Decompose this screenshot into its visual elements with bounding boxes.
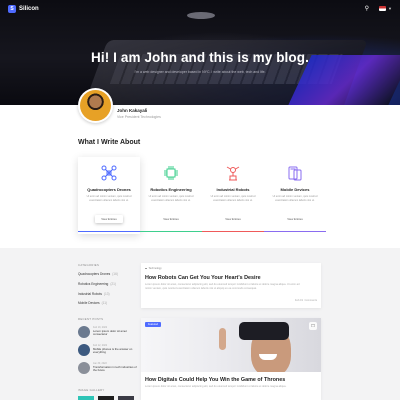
hero-subtitle: I'm a web designer and developer based i…: [134, 70, 266, 74]
recent-post-thumb: [78, 344, 90, 356]
brand-name[interactable]: Silicon: [19, 6, 39, 12]
post-excerpt: Lorem ipsum dolor sit amet, consectetur …: [145, 283, 300, 290]
recent-posts-heading: RECENT POSTS: [78, 317, 104, 321]
recent-post-title[interactable]: Transformation in tech industries of the…: [93, 365, 138, 373]
category-card-drones[interactable]: Quadrocopters Drones Ut enim ad minim ve…: [78, 157, 140, 234]
recent-post-item[interactable]: Feb 19, 2022 Lorem ipsum dolor sit amet …: [78, 326, 138, 340]
sidebar-category-link[interactable]: Robotics Engineering (21): [78, 282, 116, 286]
drone-icon: [101, 165, 117, 181]
view-entries-button[interactable]: View Entries: [219, 215, 247, 223]
gallery-image[interactable]: [118, 396, 134, 400]
post-excerpt: Lorem ipsum dolor sit amet, consectetur …: [145, 385, 287, 388]
post-tag-badge[interactable]: Featured: [145, 322, 162, 327]
view-entries-button[interactable]: View Entries: [157, 215, 185, 223]
post-title[interactable]: How Robots Can Get You Your Heart's Desi…: [145, 275, 261, 281]
post-image[interactable]: Featured □: [141, 318, 321, 372]
post-category[interactable]: Technology: [145, 267, 162, 270]
post-card[interactable]: Technology How Robots Can Get You Your H…: [141, 263, 321, 308]
category-accent-bar: [202, 230, 264, 232]
category-accent-bar: [78, 230, 140, 232]
author-role: Vice President Technologies: [117, 115, 161, 119]
post-meta: Feb 19 Comments: [294, 299, 317, 302]
recent-post-title[interactable]: Mobile phones is the answer on everythin…: [93, 347, 138, 355]
circuit-icon: [163, 165, 179, 181]
category-title: Quadrocopters Drones: [87, 187, 131, 192]
vr-headset-shape: [239, 322, 289, 340]
gallery-image[interactable]: [78, 396, 94, 400]
category-card-mobile[interactable]: Mobile Devices Ut enim ad minim veniam, …: [264, 157, 326, 234]
search-icon[interactable]: ⚲: [365, 5, 369, 12]
post-image-hand: [219, 328, 226, 350]
section-title: What I Write About: [78, 139, 141, 146]
author-avatar[interactable]: [78, 88, 113, 123]
mobile-icon: [287, 165, 303, 181]
hero-banner: S Silicon ⚲ ▼ Hi! I am John and this is …: [0, 0, 400, 105]
recent-post-item[interactable]: Feb 12, 2022 Mobile phones is the answer…: [78, 344, 138, 358]
author-name: John Kakayali: [117, 108, 148, 113]
sidebar-category-link[interactable]: Industrial Robots (13): [78, 292, 110, 296]
post-title[interactable]: How Digitals Could Help You Win the Game…: [145, 377, 285, 383]
language-flag-icon[interactable]: [379, 6, 387, 11]
bookmark-icon[interactable]: □: [309, 322, 317, 330]
category-desc: Ut enim ad minim veniam, quis nostrud ex…: [272, 195, 318, 202]
robot-arm-icon: [225, 165, 241, 181]
category-card-industrial[interactable]: Industrial Robots Ut enim ad minim venia…: [202, 157, 264, 234]
category-desc: Ut enim ad minim veniam, quis nostrud ex…: [86, 195, 132, 202]
category-card-robotics[interactable]: Robotics Engineering Ut enim ad minim ve…: [140, 157, 202, 234]
category-desc: Ut enim ad minim veniam, quis nostrud ex…: [210, 195, 256, 202]
recent-post-item[interactable]: Jan 30, 2022 Transformation in tech indu…: [78, 362, 138, 376]
view-entries-button[interactable]: View Entries: [95, 215, 123, 223]
view-entries-button[interactable]: View Entries: [281, 215, 309, 223]
logo-icon[interactable]: S: [8, 4, 16, 13]
category-accent-bar: [140, 230, 202, 232]
category-title: Mobile Devices: [280, 187, 310, 192]
recent-post-title[interactable]: Lorem ipsum dolor sit amet consectetur: [93, 329, 138, 337]
hero-title: Hi! I am John and this is my blog.: [91, 50, 309, 65]
category-desc: Ut enim ad minim veniam, quis nostrud ex…: [148, 195, 194, 202]
image-gallery-heading: IMAGE GALLERY: [78, 388, 105, 392]
recent-post-thumb: [78, 326, 90, 338]
category-title: Robotics Engineering: [150, 187, 192, 192]
categories-heading: CATEGORIES: [78, 263, 100, 267]
chevron-down-icon[interactable]: ▼: [388, 6, 392, 11]
category-title: Industrial Robots: [216, 187, 250, 192]
sidebar-category-link[interactable]: Mobile Devices (11): [78, 301, 107, 305]
category-accent-bar: [264, 230, 326, 232]
top-navbar: S Silicon ⚲ ▼: [0, 0, 400, 17]
sidebar-category-link[interactable]: Quadrocopters Drones (16): [78, 272, 118, 276]
gallery-image[interactable]: [98, 396, 114, 400]
post-card[interactable]: Featured □ How Digitals Could Help You W…: [141, 318, 321, 400]
recent-post-thumb: [78, 362, 90, 374]
